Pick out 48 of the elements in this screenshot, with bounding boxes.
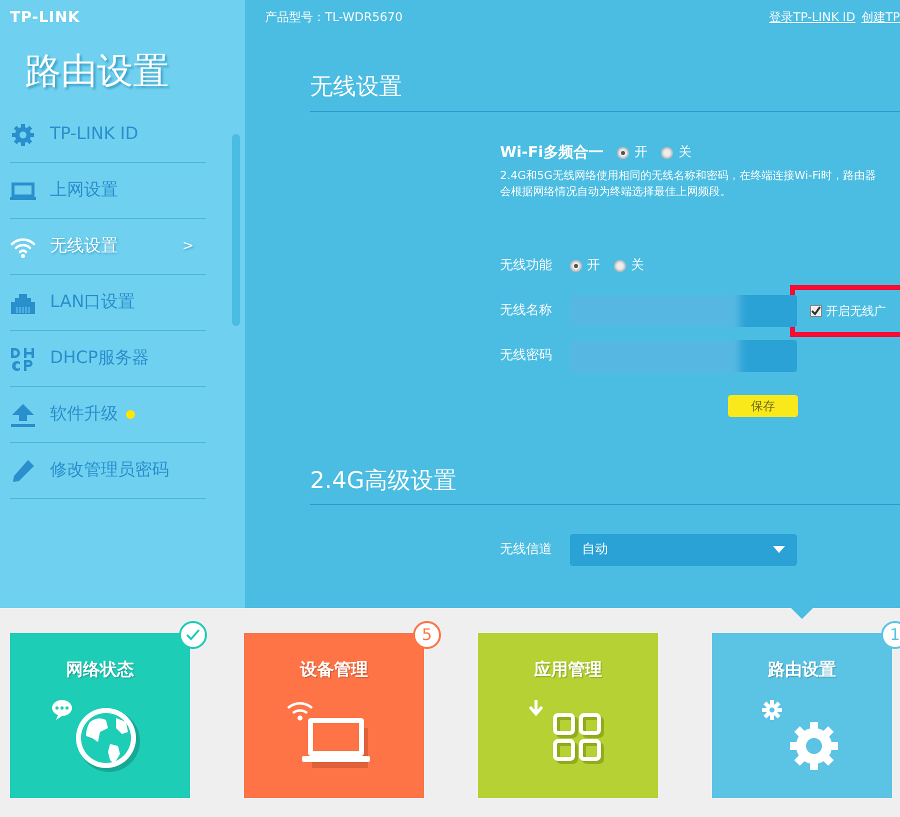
tile-title: 设备管理 xyxy=(300,659,368,682)
section-title: 2.4G高级设置 xyxy=(310,466,456,496)
field-label: Wi-Fi多频合一 xyxy=(500,142,604,164)
field-label: 无线名称 xyxy=(500,302,553,320)
sidebar-item[interactable]: 修改管理员密码 xyxy=(10,443,206,500)
logo[interactable]: TP-LINK xyxy=(0,0,90,34)
sidebar-item[interactable]: DHCP服务器 xyxy=(10,331,206,388)
tile-title: 路由设置 xyxy=(768,659,836,682)
save-button[interactable]: 保存 xyxy=(728,395,798,417)
count-badge: 5 xyxy=(413,621,441,649)
help-text: 2.4G和5G无线网络使用相同的无线名称和密码，在终端连接Wi-Fi时，路由器会根据网络情况自动为终端选择最佳上网频段。 xyxy=(500,168,877,200)
settings-icon xyxy=(10,122,36,148)
tile-card[interactable]: 网络状态 xyxy=(10,633,190,798)
input-field[interactable] xyxy=(570,340,797,372)
radio-option[interactable]: 关 xyxy=(614,256,644,276)
sidebar-item[interactable]: 上网设置 xyxy=(10,163,206,220)
sidebar-item[interactable]: LAN口设置 xyxy=(10,275,206,332)
dropdown[interactable]: 自动 xyxy=(570,534,797,566)
sidebar-item[interactable]: 无线设置 > xyxy=(10,219,206,276)
tile-card[interactable]: 应用管理 xyxy=(478,633,658,798)
checkbox[interactable]: 开启无线广 xyxy=(810,302,886,320)
field-label: 无线信道 xyxy=(500,540,553,559)
header-link[interactable]: 创建TP xyxy=(861,8,900,26)
tile-title: 网络状态 xyxy=(66,659,134,682)
caret-icon xyxy=(773,546,785,553)
model-label: 产品型号：TL-WDR5670 xyxy=(265,9,403,26)
sidebar-item[interactable]: 软件升级 xyxy=(10,387,206,444)
input-field[interactable] xyxy=(570,295,797,327)
radio-option[interactable]: 关 xyxy=(661,142,692,162)
section-title: 无线设置 xyxy=(310,73,402,102)
chevron-icon: > xyxy=(182,236,194,258)
scrollbar-thumb[interactable] xyxy=(232,134,240,326)
upload-icon xyxy=(10,402,36,428)
header-link[interactable]: 登录TP-LINK ID xyxy=(769,8,856,26)
field-label: 无线功能 xyxy=(500,257,553,276)
sidebar-item[interactable]: TP-LINK ID xyxy=(10,107,206,164)
dhcp-icon xyxy=(10,346,36,372)
count-badge: 1 xyxy=(881,621,900,649)
field-label: 无线密码 xyxy=(500,347,553,366)
tile-card[interactable]: 设备管理 xyxy=(244,633,424,798)
radio-option[interactable]: 开 xyxy=(617,142,648,162)
tile-title: 应用管理 xyxy=(534,659,602,682)
check-badge xyxy=(179,621,207,649)
checkmark-icon xyxy=(811,306,821,316)
tile-card[interactable]: 路由设置 xyxy=(712,633,892,798)
pencil-icon xyxy=(10,458,36,484)
sidebar-title: 路由设置 xyxy=(25,50,169,94)
radio-option[interactable]: 开 xyxy=(570,256,600,276)
